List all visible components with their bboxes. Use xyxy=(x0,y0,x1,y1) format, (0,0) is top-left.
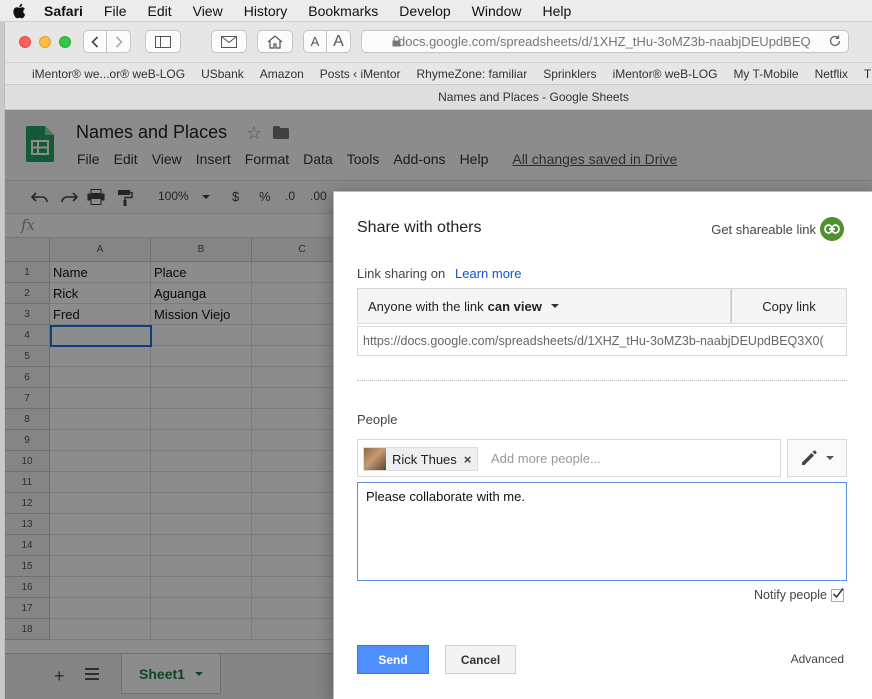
close-window-button[interactable] xyxy=(19,36,31,48)
sidebar-icon xyxy=(155,35,171,48)
copy-link-button[interactable]: Copy link xyxy=(731,288,847,324)
bookmark-item[interactable]: USbank xyxy=(201,67,244,81)
notify-people-option[interactable]: Notify people xyxy=(754,587,844,602)
people-permission-button[interactable] xyxy=(787,439,847,477)
notify-people-checkbox[interactable] xyxy=(831,587,844,602)
bookmark-item[interactable]: RhymeZone: familiar xyxy=(417,67,528,81)
reload-icon[interactable] xyxy=(828,34,842,48)
pencil-icon xyxy=(802,450,817,465)
send-button[interactable]: Send xyxy=(357,645,429,674)
dialog-title: Share with others xyxy=(357,219,482,236)
people-input[interactable]: Rick Thues × Add more people... xyxy=(357,439,781,477)
dialog-divider xyxy=(357,380,847,381)
bookmark-item[interactable]: Sprinklers xyxy=(543,67,596,81)
home-button[interactable] xyxy=(257,30,293,53)
person-chip[interactable]: Rick Thues × xyxy=(363,447,479,471)
menu-safari[interactable]: Safari xyxy=(44,3,83,19)
menu-develop[interactable]: Develop xyxy=(399,3,450,19)
bookmark-item[interactable]: Amazon xyxy=(260,67,304,81)
caret-down-icon xyxy=(826,456,834,460)
notify-people-label: Notify people xyxy=(754,588,827,602)
minimize-window-button[interactable] xyxy=(39,36,51,48)
link-sharing-status: Link sharing on xyxy=(357,266,446,281)
tab-bar: Names and Places - Google Sheets xyxy=(4,85,872,110)
bookmark-item[interactable]: Netflix xyxy=(815,67,848,81)
bookmark-item[interactable]: My T-Mobile xyxy=(733,67,798,81)
apple-menu-icon[interactable] xyxy=(12,3,26,19)
menu-history[interactable]: History xyxy=(244,3,288,19)
menu-bookmarks[interactable]: Bookmarks xyxy=(308,3,378,19)
address-text: docs.google.com/spreadsheets/d/1XHZ_tHu-… xyxy=(398,34,811,49)
safari-toolbar: A A docs.google.com/spreadsheets/d/1XHZ_… xyxy=(4,22,872,62)
menu-file[interactable]: File xyxy=(104,3,127,19)
chevron-right-icon xyxy=(115,35,123,48)
forward-button[interactable] xyxy=(107,30,131,53)
people-label: People xyxy=(357,412,398,427)
home-icon xyxy=(267,34,283,49)
bookmark-item[interactable]: iMentor® we...or® weB-LOG xyxy=(32,67,185,81)
shareable-link-label: Get shareable link xyxy=(711,221,816,237)
caret-down-icon xyxy=(550,304,559,308)
link-permission-value: can view xyxy=(487,298,542,314)
macos-menu-bar: Safari File Edit View History Bookmarks … xyxy=(0,0,872,22)
share-dialog: Share with others Get shareable link Lin… xyxy=(333,191,872,699)
bookmark-item[interactable]: Th xyxy=(864,67,872,81)
learn-more-link[interactable]: Learn more xyxy=(455,266,521,281)
link-icon xyxy=(820,217,844,241)
menu-window[interactable]: Window xyxy=(472,3,522,19)
link-permission-dropdown[interactable]: Anyone with the link can view xyxy=(357,288,731,324)
back-button[interactable] xyxy=(83,30,107,53)
sidebar-button[interactable] xyxy=(145,30,181,53)
envelope-icon xyxy=(221,35,237,48)
remove-person-icon[interactable]: × xyxy=(464,452,472,467)
menu-help[interactable]: Help xyxy=(542,3,571,19)
message-textarea[interactable] xyxy=(357,482,847,581)
mail-button[interactable] xyxy=(211,30,247,53)
text-bigger-button[interactable]: A xyxy=(327,30,351,53)
bookmarks-bar: iMentor® we...or® weB-LOG USbank Amazon … xyxy=(4,62,872,85)
lock-icon xyxy=(392,36,401,47)
add-people-placeholder[interactable]: Add more people... xyxy=(491,451,601,466)
avatar xyxy=(364,448,386,470)
link-permission-prefix: Anyone with the link xyxy=(368,298,484,314)
address-bar[interactable]: docs.google.com/spreadsheets/d/1XHZ_tHu-… xyxy=(361,30,849,53)
share-link-field[interactable]: https://docs.google.com/spreadsheets/d/1… xyxy=(357,326,847,356)
menu-edit[interactable]: Edit xyxy=(147,3,171,19)
text-smaller-button[interactable]: A xyxy=(303,30,327,53)
bookmark-item[interactable]: Posts ‹ iMentor xyxy=(320,67,401,81)
menu-view[interactable]: View xyxy=(193,3,223,19)
cancel-button[interactable]: Cancel xyxy=(445,645,516,674)
bookmark-item[interactable]: iMentor® weB-LOG xyxy=(613,67,718,81)
checkmark-icon xyxy=(832,587,844,598)
chevron-left-icon xyxy=(91,35,99,48)
advanced-link[interactable]: Advanced xyxy=(791,652,844,666)
tab-title[interactable]: Names and Places - Google Sheets xyxy=(438,90,629,104)
zoom-window-button[interactable] xyxy=(59,36,71,48)
person-chip-name: Rick Thues xyxy=(392,451,457,467)
get-shareable-link-button[interactable]: Get shareable link xyxy=(711,217,844,241)
